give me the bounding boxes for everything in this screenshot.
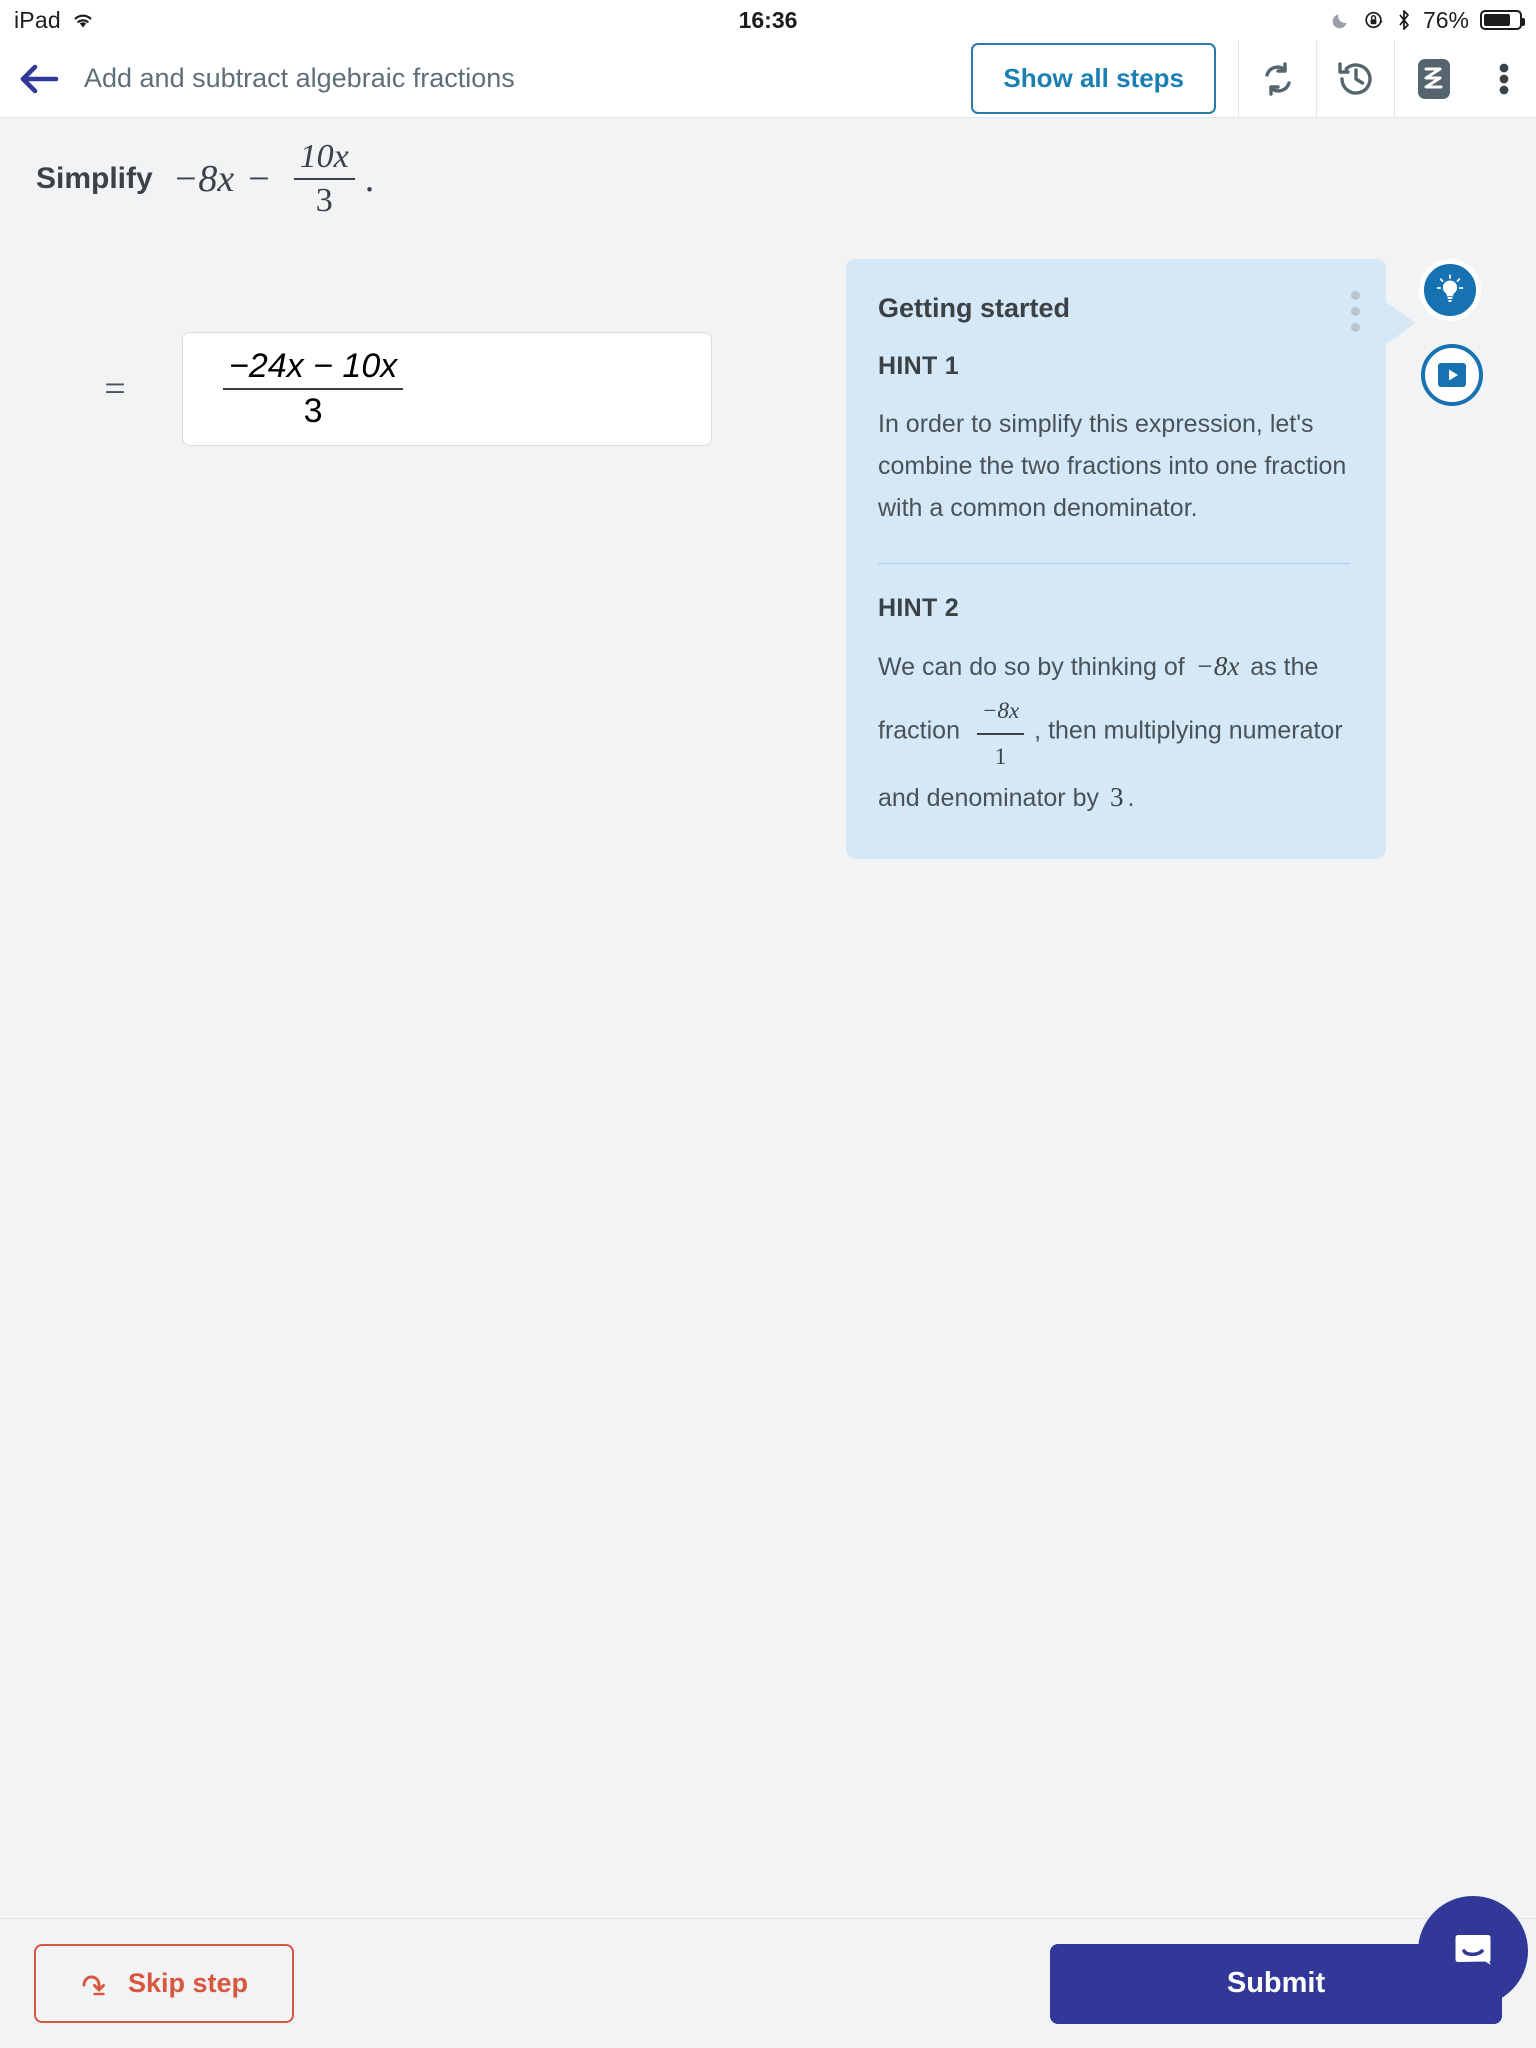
equals-sign: = [104,368,126,410]
overflow-menu-icon [1351,307,1360,316]
overflow-menu-icon [1351,323,1360,332]
answer-numerator: −24x − 10x [229,347,398,385]
app-screen: iPad 16:36 76% Add and subtract algebrai… [0,0,1536,2048]
bluetooth-icon [1399,10,1409,30]
hint-1-text: In order to simplify this expression, le… [878,410,1347,522]
hint-2-fraction: −8x 1 [976,690,1025,778]
back-arrow-icon [20,64,59,93]
back-button[interactable] [0,40,78,118]
history-button[interactable] [1316,39,1394,118]
hint-2-fraction-numerator: −8x [981,698,1020,723]
hint-2-text: We can do so by thinking of −8x as the f… [878,645,1350,819]
problem-prompt: Simplify −8x − 10x 3 . [0,119,1536,239]
problem-expression: −8x − 10x 3 . [173,138,375,220]
problem-fraction-numerator: 10x [299,138,349,175]
overflow-menu-icon [1351,291,1360,300]
answer-denominator: 3 [223,388,404,431]
problem-fraction: 10x 3 [293,138,355,220]
overflow-menu-icon [1499,63,1509,94]
header-tool-group [1238,39,1536,118]
scribble-pad-icon [1417,58,1450,99]
answer-input[interactable]: −24x − 10x 3 [182,332,712,446]
scribble-pad-button[interactable] [1394,39,1472,118]
hint-button[interactable] [1419,259,1481,321]
hint-2-label: HINT 2 [878,594,959,622]
hint-2-math-1: −8x [1195,651,1240,681]
history-icon [1337,61,1372,95]
skip-arrow-icon [82,1974,105,1995]
status-right: 76% [1330,6,1525,34]
problem-fraction-denominator: 3 [293,178,355,220]
battery-icon [1480,10,1525,30]
work-area: = −24x − 10x 3 Getting started HINT 1 In… [0,239,1536,1918]
moon-icon [1332,14,1347,29]
answer-fraction: −24x − 10x 3 [223,347,404,431]
hint-2-text-part4: . [1127,784,1135,812]
problem-period: . [364,158,375,200]
rotation-lock-icon [1365,11,1383,29]
hint-1-label: HINT 1 [878,352,959,380]
hint-2-math-2: 3 [1109,782,1124,812]
skip-step-button[interactable]: Skip step [34,1944,295,2023]
step-row: = −24x − 10x 3 [0,332,712,446]
app-header: Add and subtract algebraic fractions Sho… [0,39,1536,118]
battery-percent-label: 76% [1422,6,1469,33]
show-all-steps-button[interactable]: Show all steps [971,43,1216,114]
overflow-menu-button[interactable] [1472,40,1536,118]
video-button[interactable] [1421,344,1483,406]
status-clock: 16:36 [738,6,798,33]
footer-bar: Skip step Submit [0,1895,1536,2048]
submit-area: Submit [1050,1895,1528,2024]
prompt-label: Simplify [36,162,153,195]
play-video-icon [1438,363,1466,387]
lightbulb-icon [1436,274,1464,302]
ios-status-bar: iPad 16:36 76% [0,0,1536,40]
hint-overflow-menu-button[interactable] [1351,291,1360,332]
hint-2-fraction-denominator: 1 [976,733,1025,778]
skip-step-label: Skip step [128,1968,249,1998]
hint-panel-title: Getting started [878,293,1071,323]
chat-bubble-icon [1455,1934,1491,1965]
problem-term: −8x [172,158,235,200]
hint-bubble-tail [1385,301,1415,345]
chat-launcher-button[interactable] [1418,1895,1528,2006]
problem-operator: − [248,158,270,200]
page-title: Add and subtract algebraic fractions [84,63,515,93]
refresh-button[interactable] [1238,39,1316,118]
hint-2-text-part1: We can do so by thinking of [878,653,1185,681]
hint-divider [878,563,1350,564]
hint-panel: Getting started HINT 1 In order to simpl… [846,259,1386,859]
refresh-icon [1264,61,1291,96]
